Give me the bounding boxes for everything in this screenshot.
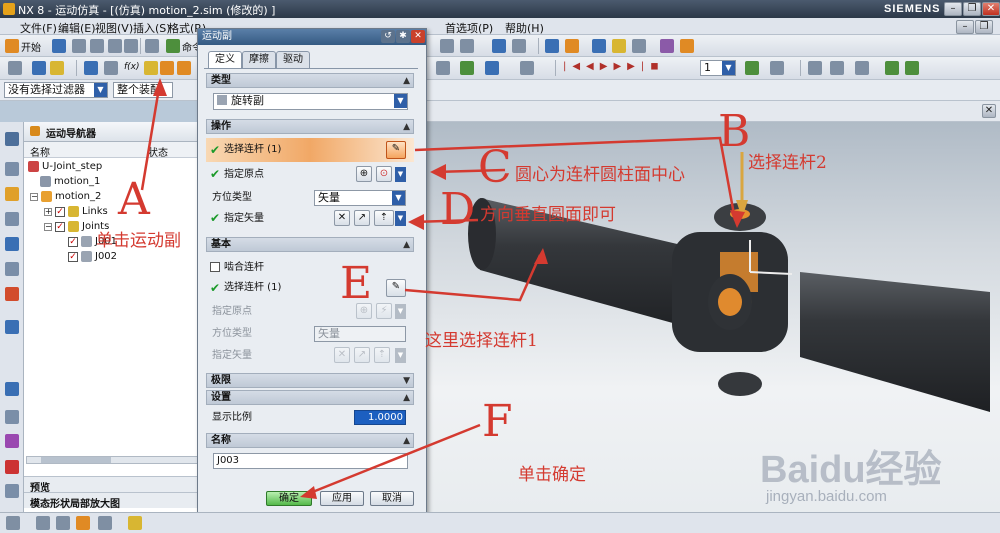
- arrow-e: [404, 254, 542, 302]
- baidu-watermark-logo: Baidu经验: [760, 449, 942, 491]
- annotation-text-d: 方向垂直圆面即可: [480, 205, 616, 225]
- annotation-text-c: 圆心为连杆圆柱面中心: [515, 165, 685, 185]
- baidu-watermark-url: jingyan.baidu.com: [766, 488, 887, 505]
- annotation-text-e: 这里选择连杆1: [425, 331, 538, 351]
- annotation-letter-a: A: [118, 174, 150, 225]
- annotation-letter-b: B: [718, 106, 751, 157]
- arrowhead-e: [534, 248, 548, 264]
- arrow-f: [304, 423, 481, 497]
- annotation-text-b: 选择连杆2: [748, 153, 827, 173]
- arrowhead-a: [153, 78, 167, 96]
- annotation-letter-e: E: [340, 258, 373, 309]
- arrowhead-b: [730, 210, 745, 228]
- arrowhead-c: [430, 164, 446, 180]
- arrowhead-d: [408, 214, 424, 230]
- annotation-letter-c: C: [478, 142, 512, 193]
- arrowhead-f: [300, 486, 317, 499]
- annotation-text-f: 单击确定: [518, 465, 586, 485]
- annotation-letter-d: D: [440, 184, 476, 235]
- annotation-text-a: 单击运动副: [96, 231, 181, 251]
- annotation-letter-f: F: [482, 396, 513, 447]
